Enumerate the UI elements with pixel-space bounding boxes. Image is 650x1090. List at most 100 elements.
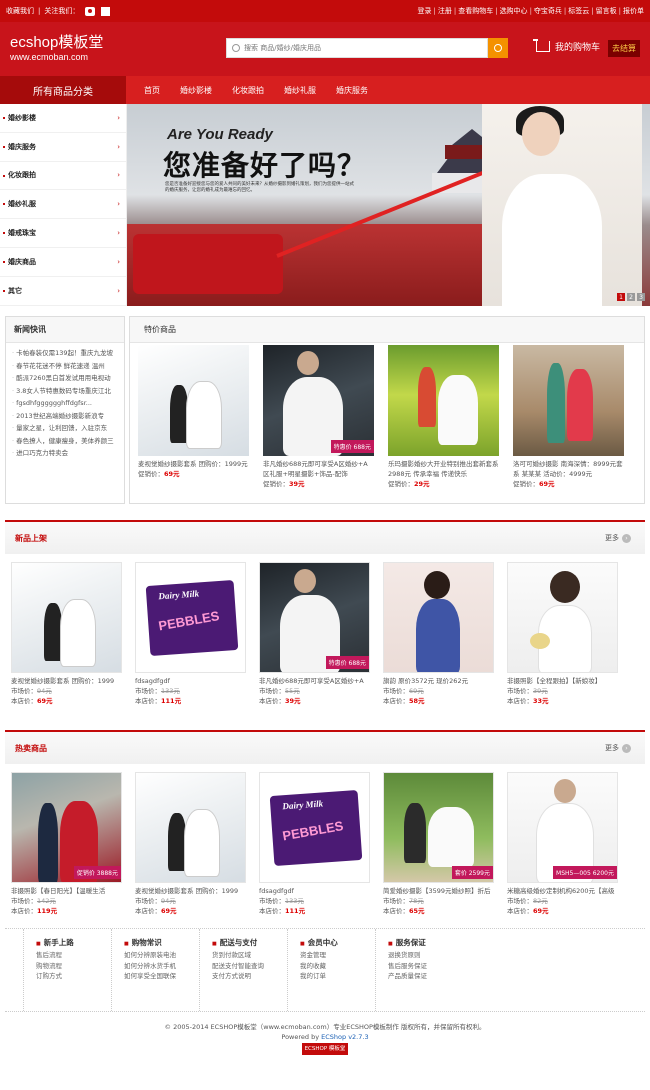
hero-banner[interactable]: Are You Ready 您准备好了吗？ 您是否准备好迎接您与您的爱人共同的美… xyxy=(127,104,650,306)
product-card[interactable]: 旗韵 原价3572元 现价262元 市场价：69元 本店价：58元 xyxy=(383,562,494,706)
category-item[interactable]: 婚戒珠宝 › xyxy=(0,219,126,248)
product-image[interactable] xyxy=(388,345,499,456)
promo-product[interactable]: 特惠价 688元 非凡婚纱688元即可享受A区婚纱+A区礼服+明星摄影+饰品-配… xyxy=(263,345,388,489)
cart-link[interactable]: 我的购物车 xyxy=(533,39,600,53)
nav-item-makeup[interactable]: 化妆跟拍 xyxy=(222,85,274,96)
category-item[interactable]: 其它 › xyxy=(0,277,126,306)
treasure-link[interactable]: 夺宝奇兵 xyxy=(534,6,562,16)
category-item[interactable]: 婚庆商品 › xyxy=(0,248,126,277)
search-input[interactable]: 搜索 商品/婚纱/婚庆用品 xyxy=(226,38,488,58)
product-name[interactable]: 麦视觉婚纱摄影套系 团购价：1999 xyxy=(135,886,246,896)
nav-item-wedding-studio[interactable]: 婚纱影楼 xyxy=(170,85,222,96)
product-image[interactable] xyxy=(11,562,122,673)
nav-item-home[interactable]: 首页 xyxy=(134,85,170,96)
product-card[interactable]: 促销价 3888元 非摄照影【春日阳光】【温暖生活 市场价：142元 本店价：1… xyxy=(11,772,122,916)
banner-dot[interactable]: 1 xyxy=(617,293,625,301)
product-image[interactable] xyxy=(138,345,249,456)
promo-product[interactable]: 乐玛摄影婚纱大开业特别推出套新套系2988元 传承幸福 传递快乐 促销价：29元 xyxy=(388,345,513,489)
category-item[interactable]: 化妆跟拍 › xyxy=(0,162,126,191)
category-item[interactable]: 婚纱影楼 › xyxy=(0,104,126,133)
footer-link[interactable]: 资金管理 xyxy=(300,950,375,961)
message-board-link[interactable]: 留言板 xyxy=(596,6,617,16)
more-link[interactable]: 更多 › xyxy=(605,743,631,753)
promo-product[interactable]: 麦视觉婚纱摄影套系 团购价：1999元 促销价：69元 xyxy=(138,345,263,489)
footer-link[interactable]: 配送支付智能查询 xyxy=(212,961,287,972)
banner-dot[interactable]: 3 xyxy=(637,293,645,301)
tag-cloud-link[interactable]: 标签云 xyxy=(568,6,589,16)
product-name[interactable]: 麦视觉婚纱摄影套系 团购价：1999 xyxy=(11,676,122,686)
product-name[interactable]: 简爱婚纱摄影【3599元婚纱照】折后 xyxy=(383,886,494,896)
footer-link[interactable]: 退换货原则 xyxy=(388,950,463,961)
qrcode-icon[interactable] xyxy=(100,5,112,17)
product-card[interactable]: 套价 2599元 简爱婚纱摄影【3599元婚纱照】折后 市场价：78元 本店价：… xyxy=(383,772,494,916)
news-item[interactable]: 卡帕春装仅需139起！重庆九龙坡 xyxy=(12,347,118,360)
login-link[interactable]: 登录 xyxy=(417,6,431,16)
product-name[interactable]: 米糖高级婚纱定制机构6200元【高级 xyxy=(507,886,618,896)
news-item[interactable]: 春色撩人，健康瘦身，美体养颜三 xyxy=(12,435,118,448)
product-image[interactable] xyxy=(507,562,618,673)
footer-link[interactable]: 购物流程 xyxy=(36,961,111,972)
category-item[interactable]: 婚庆服务 › xyxy=(0,133,126,162)
product-image[interactable]: 特惠价 688元 xyxy=(259,562,370,673)
more-link[interactable]: 更多 › xyxy=(605,533,631,543)
product-card[interactable]: 特惠价 688元 非凡婚纱688元即可享受A区婚纱+A 市场价：55元 本店价：… xyxy=(259,562,370,706)
footer-link[interactable]: 产品质量保证 xyxy=(388,971,463,982)
product-name[interactable]: fdsagdfgdf xyxy=(259,886,370,896)
product-image[interactable]: 促销价 3888元 xyxy=(11,772,122,883)
footer-link[interactable]: 售后流程 xyxy=(36,950,111,961)
footer-link[interactable]: 售后服务保证 xyxy=(388,961,463,972)
news-item[interactable]: 3.8女人节特惠数码专场重庆江北 xyxy=(12,385,118,398)
site-logo[interactable]: ecshop模板堂 www.ecmoban.com xyxy=(10,35,220,63)
product-name[interactable]: 麦视觉婚纱摄影套系 团购价：1999元 xyxy=(138,459,249,469)
footer-link[interactable]: 我的订单 xyxy=(300,971,375,982)
nav-item-gowns[interactable]: 婚纱礼服 xyxy=(274,85,326,96)
promo-product[interactable]: 洛可可婚纱摄影 南海深情：8999元套系 某某某 活动价：4999元 促销价：6… xyxy=(513,345,638,489)
product-card[interactable]: 麦视觉婚纱摄影套系 团购价：1999 市场价：94元 本店价：69元 xyxy=(11,562,122,706)
news-item[interactable]: 酷派7260黑白首发试用用电视动 xyxy=(12,372,118,385)
footer-link[interactable]: 支付方式说明 xyxy=(212,971,287,982)
footer-link[interactable]: 我的收藏 xyxy=(300,961,375,972)
product-name[interactable]: 非摄照影【春日阳光】【温暖生活 xyxy=(11,886,122,896)
banner-dot[interactable]: 2 xyxy=(627,293,635,301)
all-categories-button[interactable]: 所有商品分类 xyxy=(0,76,126,104)
search-button[interactable] xyxy=(488,38,508,58)
bookmark-link[interactable]: 收藏我们 xyxy=(6,6,34,16)
footer-link[interactable]: 订购方式 xyxy=(36,971,111,982)
product-name[interactable]: 非凡婚纱688元即可享受A区婚纱+A xyxy=(259,676,370,686)
checkout-button[interactable]: 去结算 xyxy=(608,40,640,57)
view-cart-link[interactable]: 查看购物车 xyxy=(458,6,493,16)
product-name[interactable]: fdsagdfgdf xyxy=(135,676,246,686)
footer-link[interactable]: 如何分辨水货手机 xyxy=(124,961,199,972)
category-item[interactable]: 婚纱礼服 › xyxy=(0,190,126,220)
product-name[interactable]: 非摄照影【全程跟拍】【新娘妆】 xyxy=(507,676,618,686)
shopping-center-link[interactable]: 选购中心 xyxy=(500,6,528,16)
footer-link[interactable]: 如何分辨原装电池 xyxy=(124,950,199,961)
news-item[interactable]: 量家之星，让利回馈，入驻京东 xyxy=(12,422,118,435)
product-name[interactable]: 乐玛摄影婚纱大开业特别推出套新套系2988元 传承幸福 传递快乐 xyxy=(388,459,499,479)
product-image[interactable]: MSH5—005 6200元 xyxy=(507,772,618,883)
product-image[interactable] xyxy=(135,772,246,883)
news-item[interactable]: 春节花花迷不停 鲜花速递 温州 xyxy=(12,360,118,373)
product-card[interactable]: MSH5—005 6200元 米糖高级婚纱定制机构6200元【高级 市场价：82… xyxy=(507,772,618,916)
nav-item-services[interactable]: 婚庆服务 xyxy=(326,85,378,96)
product-card[interactable]: 非摄照影【全程跟拍】【新娘妆】 市场价：39元 本店价：33元 xyxy=(507,562,618,706)
footer-badge[interactable]: ECSHOP 模板堂 xyxy=(301,1043,349,1055)
product-card[interactable]: 麦视觉婚纱摄影套系 团购价：1999 市场价：94元 本店价：69元 xyxy=(135,772,246,916)
product-name[interactable]: 旗韵 原价3572元 现价262元 xyxy=(383,676,494,686)
footer-link[interactable]: 货到付款区域 xyxy=(212,950,287,961)
product-name[interactable]: 非凡婚纱688元即可享受A区婚纱+A区礼服+明星摄影+饰品-配饰 xyxy=(263,459,374,479)
product-image[interactable]: Dairy Milk PEBBLES xyxy=(135,562,246,673)
product-name[interactable]: 洛可可婚纱摄影 南海深情：8999元套系 某某某 活动价：4999元 xyxy=(513,459,624,479)
product-card[interactable]: Dairy Milk PEBBLES fdsagdfgdf 市场价：133元 本店… xyxy=(135,562,246,706)
news-item[interactable]: 2013世纪高端婚纱摄影新浪专 xyxy=(12,410,118,423)
product-image[interactable]: 特惠价 688元 xyxy=(263,345,374,456)
footer-link[interactable]: 如何享受全国联保 xyxy=(124,971,199,982)
powered-brand-link[interactable]: ECShop v2.7.3 xyxy=(321,1033,368,1041)
news-item[interactable]: fgsdhfgggggghffdgfsr... xyxy=(12,397,118,410)
product-image[interactable]: 套价 2599元 xyxy=(383,772,494,883)
product-image[interactable] xyxy=(513,345,624,456)
product-image[interactable]: Dairy Milk PEBBLES xyxy=(259,772,370,883)
news-item[interactable]: 进口巧克力特卖会 xyxy=(12,447,118,460)
product-card[interactable]: Dairy Milk PEBBLES fdsagdfgdf 市场价：133元 本店… xyxy=(259,772,370,916)
product-image[interactable] xyxy=(383,562,494,673)
